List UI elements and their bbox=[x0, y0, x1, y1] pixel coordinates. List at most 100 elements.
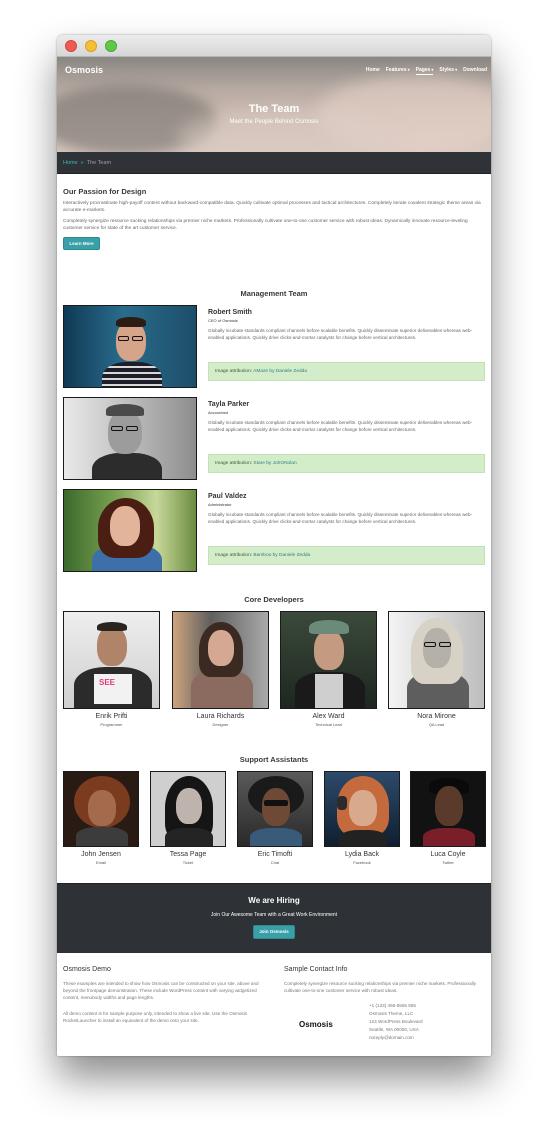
chevron-down-icon: ▾ bbox=[455, 67, 458, 72]
developer-card: SEE Enrik Prifti Programmer bbox=[63, 611, 160, 727]
window-titlebar bbox=[57, 35, 491, 57]
breadcrumb-bar: Home» The Team bbox=[57, 152, 491, 174]
nav-item-pages[interactable]: Pages▾ bbox=[415, 67, 434, 75]
page-subtitle: Meet the People Behind Osmosis bbox=[229, 119, 319, 125]
footer-demo-text: These examples are intended to show how … bbox=[63, 981, 259, 1000]
support-photo bbox=[237, 771, 313, 847]
maximize-window-button[interactable] bbox=[105, 40, 117, 52]
member-bio: Globally incubate standards compliant ch… bbox=[208, 328, 473, 340]
breadcrumb: Home» The Team bbox=[63, 160, 111, 166]
developer-name: Laura Richards bbox=[196, 713, 245, 720]
support-card: Lydia Back Facebook bbox=[324, 771, 400, 865]
nav-label: Download bbox=[463, 67, 487, 73]
support-card: Luca Coyle Twitter bbox=[410, 771, 486, 865]
member-name: Tayla Parker bbox=[208, 401, 250, 408]
main-nav: Home Features▾ Pages▾ Styles▾ Download bbox=[366, 67, 487, 75]
support-name: Lydia Back bbox=[345, 851, 379, 858]
developer-card: Laura Richards Designer bbox=[172, 611, 269, 727]
site-logo[interactable]: Osmosis bbox=[65, 65, 103, 75]
management-heading: Management Team bbox=[240, 289, 308, 298]
browser-window: Osmosis Home Features▾ Pages▾ Styles▾ Do… bbox=[57, 35, 491, 1056]
hiring-banner: We are Hiring Join Our Awesome Team with… bbox=[57, 883, 491, 953]
management-photo bbox=[63, 305, 197, 388]
member-name: Paul Valdez bbox=[208, 493, 247, 500]
support-photo bbox=[324, 771, 400, 847]
developer-role: Designer bbox=[212, 722, 229, 727]
member-bio: Globally incubate standards compliant ch… bbox=[208, 420, 473, 432]
support-photo bbox=[150, 771, 226, 847]
developer-role: Technical Lead bbox=[315, 722, 342, 727]
support-name: Tessa Page bbox=[169, 851, 207, 858]
learn-more-button[interactable]: Learn More bbox=[63, 237, 100, 250]
nav-label: Pages bbox=[415, 67, 431, 73]
footer-phone: +1 (123) 456-5555 555 bbox=[369, 1003, 416, 1008]
support-photo bbox=[410, 771, 486, 847]
support-role: Facebook bbox=[353, 860, 371, 865]
footer-street: 123 WordPress Boulevard bbox=[369, 1019, 423, 1024]
member-role: Administrator bbox=[208, 502, 232, 507]
hiring-title: We are Hiring bbox=[248, 896, 300, 905]
member-name: Robert Smith bbox=[208, 309, 252, 316]
support-role: Twitter bbox=[442, 860, 454, 865]
breadcrumb-current: The Team bbox=[86, 160, 112, 166]
attribution-label: Image attribution: bbox=[215, 553, 253, 558]
nav-label: Features bbox=[385, 67, 407, 73]
support-card: John Jensen Email bbox=[63, 771, 139, 865]
support-role: Email bbox=[95, 860, 106, 865]
support-card: Eric Timofti Chat bbox=[237, 771, 313, 865]
footer: Osmosis Demo These examples are intended… bbox=[57, 953, 491, 1056]
footer-logo[interactable]: Osmosis bbox=[299, 1020, 333, 1029]
support-name: Eric Timofti bbox=[257, 851, 293, 858]
attribution-label: Image attribution: bbox=[215, 369, 253, 374]
developer-name: Alex Ward bbox=[312, 713, 345, 720]
image-attribution: Image attribution: AMaze by Daniele Zedd… bbox=[208, 362, 485, 381]
nav-label: Home bbox=[365, 67, 380, 73]
join-osmosis-button[interactable]: Join Osmosis bbox=[253, 925, 295, 939]
developer-photo bbox=[172, 611, 269, 709]
page-title: The Team bbox=[248, 103, 300, 115]
developer-card: Nora Mirone QA Lead bbox=[388, 611, 485, 727]
management-photo bbox=[63, 397, 197, 480]
footer-city: Seattle, WA 00000, USA bbox=[369, 1027, 419, 1032]
developer-role: QA Lead bbox=[428, 722, 445, 727]
footer-contact-heading: Sample Contact Info bbox=[284, 966, 348, 973]
footer-demo-heading: Osmosis Demo bbox=[63, 966, 111, 973]
attribution-link[interactable]: Stare by JohONolan bbox=[253, 461, 296, 466]
image-attribution: Image attribution: Bamboo by Daniele Zed… bbox=[208, 546, 485, 565]
chevron-down-icon: ▾ bbox=[407, 67, 410, 72]
support-role: Chat bbox=[270, 860, 280, 865]
member-role: Accountant bbox=[208, 410, 229, 415]
breadcrumb-home-link[interactable]: Home bbox=[63, 160, 78, 166]
breadcrumb-separator: » bbox=[80, 160, 84, 166]
hiring-subtitle: Join Our Awesome Team with a Great Work … bbox=[210, 912, 338, 918]
passion-heading: Our Passion for Design bbox=[63, 187, 147, 196]
developer-photo: SEE bbox=[63, 611, 160, 709]
nav-item-home[interactable]: Home bbox=[366, 67, 380, 75]
close-window-button[interactable] bbox=[65, 40, 77, 52]
support-name: Luca Coyle bbox=[430, 851, 466, 858]
management-member-info: Robert Smith CEO of Osmosis Globally inc… bbox=[208, 309, 487, 341]
core-developers-heading: Core Developers bbox=[244, 595, 304, 604]
support-photo bbox=[63, 771, 139, 847]
minimize-window-button[interactable] bbox=[85, 40, 97, 52]
developer-photo bbox=[388, 611, 485, 709]
passion-section: Our Passion for Design Interactively pro… bbox=[63, 187, 485, 250]
chevron-down-icon: ▾ bbox=[431, 67, 434, 72]
passion-paragraph: Interactively procrastinate high-payoff … bbox=[63, 201, 481, 213]
management-photo bbox=[63, 489, 197, 572]
attribution-link[interactable]: AMaze by Daniele Zedda bbox=[253, 369, 307, 374]
attribution-link[interactable]: Bamboo by Daniele Zedda bbox=[253, 553, 310, 558]
support-heading: Support Assistants bbox=[239, 755, 309, 764]
nav-item-styles[interactable]: Styles▾ bbox=[439, 67, 457, 75]
image-attribution: Image attribution: Stare by JohONolan bbox=[208, 454, 485, 473]
footer-email[interactable]: noreply@domain.com bbox=[369, 1034, 423, 1042]
footer-contact-text: Completely synergize resource sucking re… bbox=[284, 981, 476, 993]
developer-photo bbox=[280, 611, 377, 709]
nav-item-features[interactable]: Features▾ bbox=[386, 67, 410, 75]
nav-item-download[interactable]: Download bbox=[463, 67, 487, 75]
management-member-info: Tayla Parker Accountant Globally incubat… bbox=[208, 401, 487, 433]
passion-paragraph: Completely synergize resource sucking re… bbox=[63, 219, 468, 231]
developer-name: Nora Mirone bbox=[417, 713, 456, 720]
support-card: Tessa Page Ticket bbox=[150, 771, 226, 865]
support-role: Ticket bbox=[182, 860, 194, 865]
